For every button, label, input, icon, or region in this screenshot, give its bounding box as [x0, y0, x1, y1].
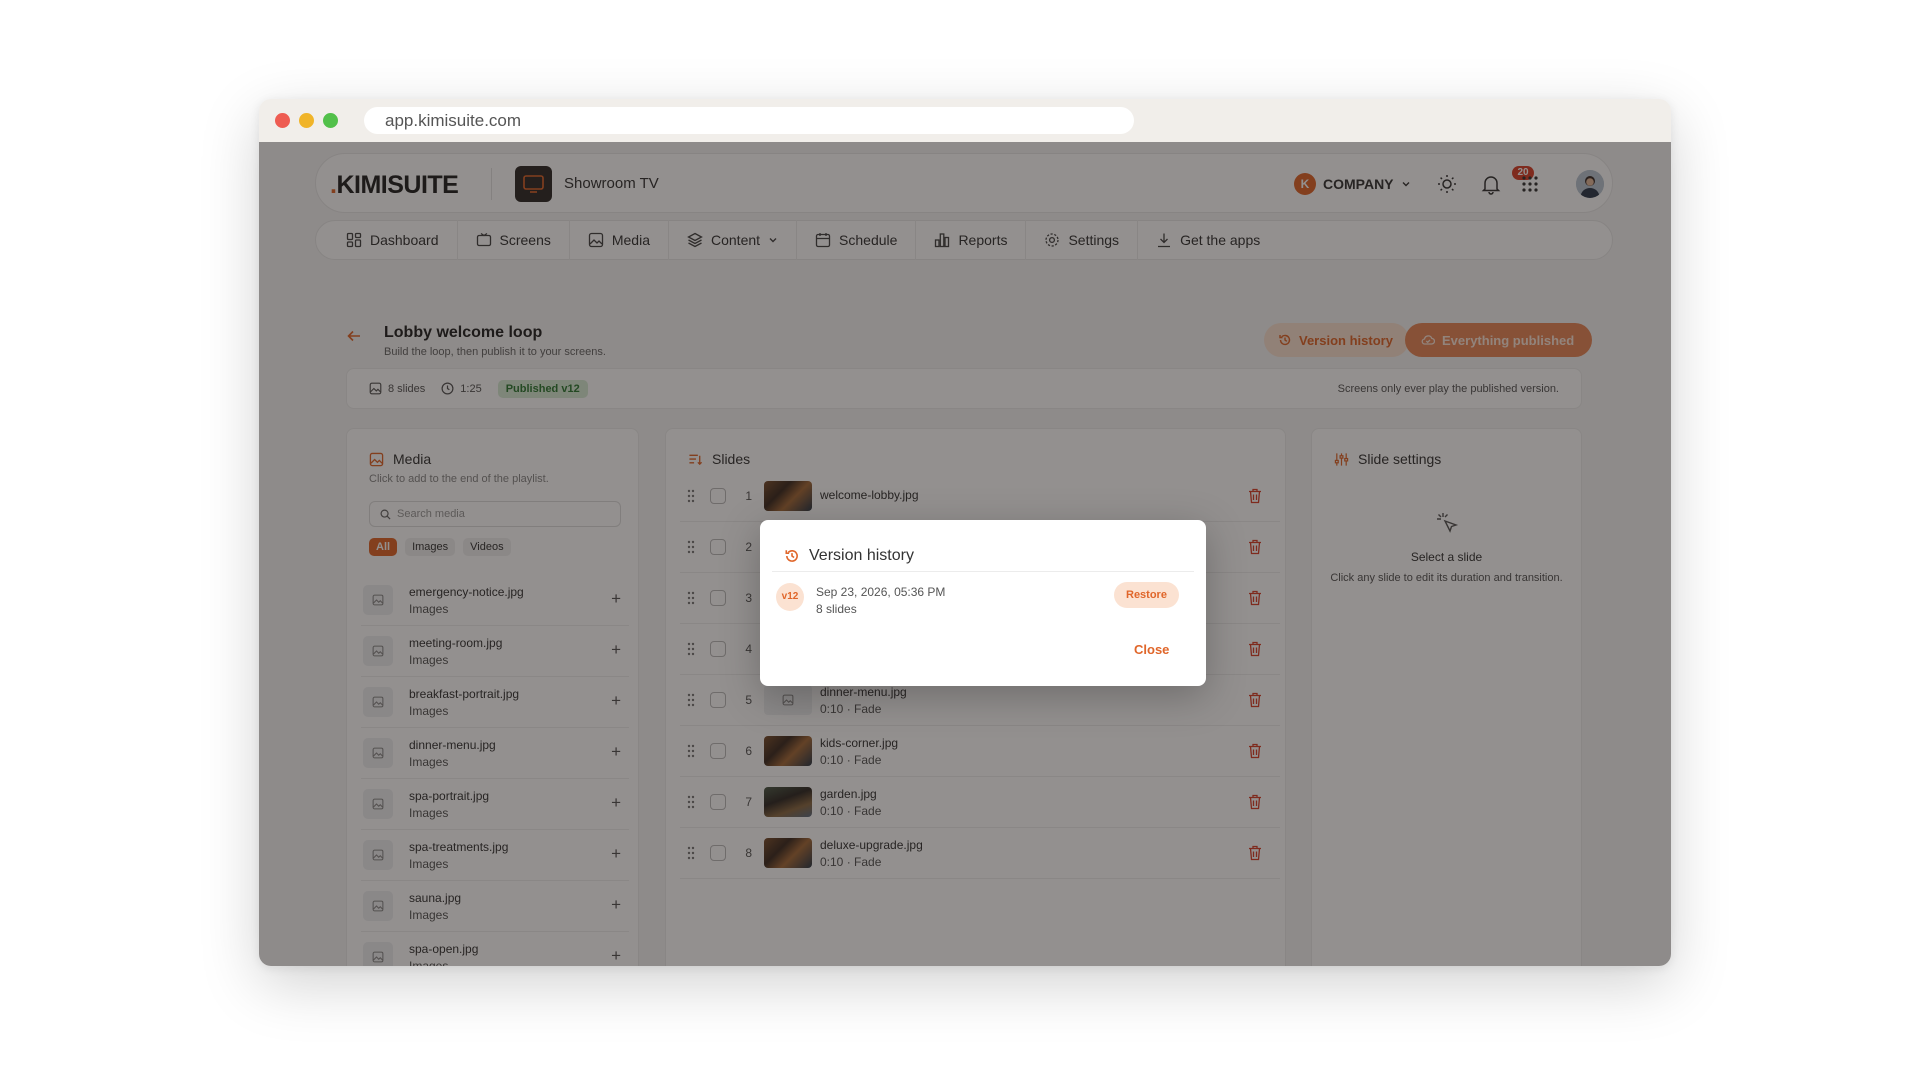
- dialog-title: Version history: [809, 547, 914, 564]
- close-button[interactable]: Close: [1134, 642, 1169, 657]
- version-badge: v12: [776, 583, 804, 611]
- divider: [772, 571, 1194, 572]
- close-window-button[interactable]: [275, 113, 290, 128]
- address-bar[interactable]: app.kimisuite.com: [364, 107, 1134, 134]
- dialog-header: Version history: [784, 547, 914, 565]
- maximize-window-button[interactable]: [323, 113, 338, 128]
- version-date: Sep 23, 2026, 05:36 PM: [816, 585, 946, 599]
- history-icon: [785, 550, 798, 562]
- minimize-window-button[interactable]: [299, 113, 314, 128]
- version-slide-count: 8 slides: [816, 602, 857, 616]
- version-history-dialog: Version history v12 Sep 23, 2026, 05:36 …: [760, 520, 1206, 686]
- restore-button[interactable]: Restore: [1114, 582, 1179, 608]
- browser-titlebar: app.kimisuite.com: [259, 99, 1671, 142]
